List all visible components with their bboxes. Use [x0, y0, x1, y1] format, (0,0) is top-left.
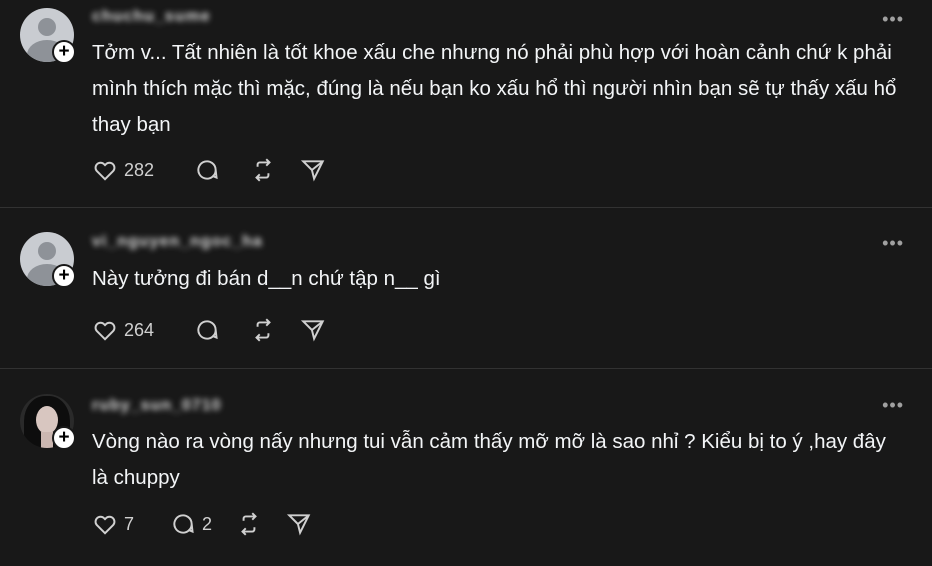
reply-count: 2 [202, 513, 213, 534]
repost-button[interactable] [250, 157, 276, 183]
username[interactable]: chuchu_sume [92, 8, 211, 26]
follow-plus-icon[interactable]: + [52, 426, 76, 450]
like-button[interactable]: 282 [92, 157, 154, 183]
share-button[interactable] [300, 157, 326, 183]
divider [0, 207, 932, 208]
action-bar: 7 2 [92, 509, 336, 539]
like-count: 7 [124, 513, 135, 534]
like-button[interactable]: 264 [92, 317, 154, 343]
more-options-icon[interactable]: ••• [882, 396, 904, 414]
heart-icon [94, 321, 116, 341]
repost-icon [255, 158, 271, 182]
comment-icon [197, 320, 218, 340]
divider [0, 368, 932, 369]
username[interactable]: vi_nguyen_ngoc_ha [92, 233, 263, 251]
send-icon [300, 320, 325, 342]
comment-icon [197, 160, 218, 180]
action-bar: 264 [92, 315, 350, 345]
like-count: 264 [124, 319, 155, 340]
post-text: Tởm v... Tất nhiên là tốt khoe xấu che n… [92, 41, 897, 136]
more-options-icon[interactable]: ••• [882, 10, 904, 28]
heart-icon [94, 515, 116, 535]
repost-icon [241, 512, 257, 536]
reply-button[interactable] [194, 317, 226, 343]
share-button[interactable] [300, 317, 326, 343]
send-icon [286, 514, 311, 536]
heart-icon [94, 161, 116, 181]
more-options-icon[interactable]: ••• [882, 234, 904, 252]
reply-button[interactable]: 2 [170, 511, 212, 537]
follow-plus-icon[interactable]: + [52, 40, 76, 64]
follow-plus-icon[interactable]: + [52, 264, 76, 288]
post-text: Này tưởng đi bán d__n chứ tập n__ gì [92, 267, 441, 290]
repost-button[interactable] [236, 511, 262, 537]
like-button[interactable]: 7 [92, 511, 134, 537]
post-text: Vòng nào ra vòng nấy nhưng tui vẫn cảm t… [92, 430, 886, 489]
send-icon [300, 160, 325, 182]
share-button[interactable] [286, 511, 312, 537]
repost-icon [255, 318, 271, 342]
username[interactable]: ruby_sun_0710 [92, 397, 222, 415]
like-count: 282 [124, 159, 155, 180]
action-bar: 282 [92, 155, 350, 185]
repost-button[interactable] [250, 317, 276, 343]
comment-icon [173, 514, 194, 534]
reply-button[interactable] [194, 157, 226, 183]
